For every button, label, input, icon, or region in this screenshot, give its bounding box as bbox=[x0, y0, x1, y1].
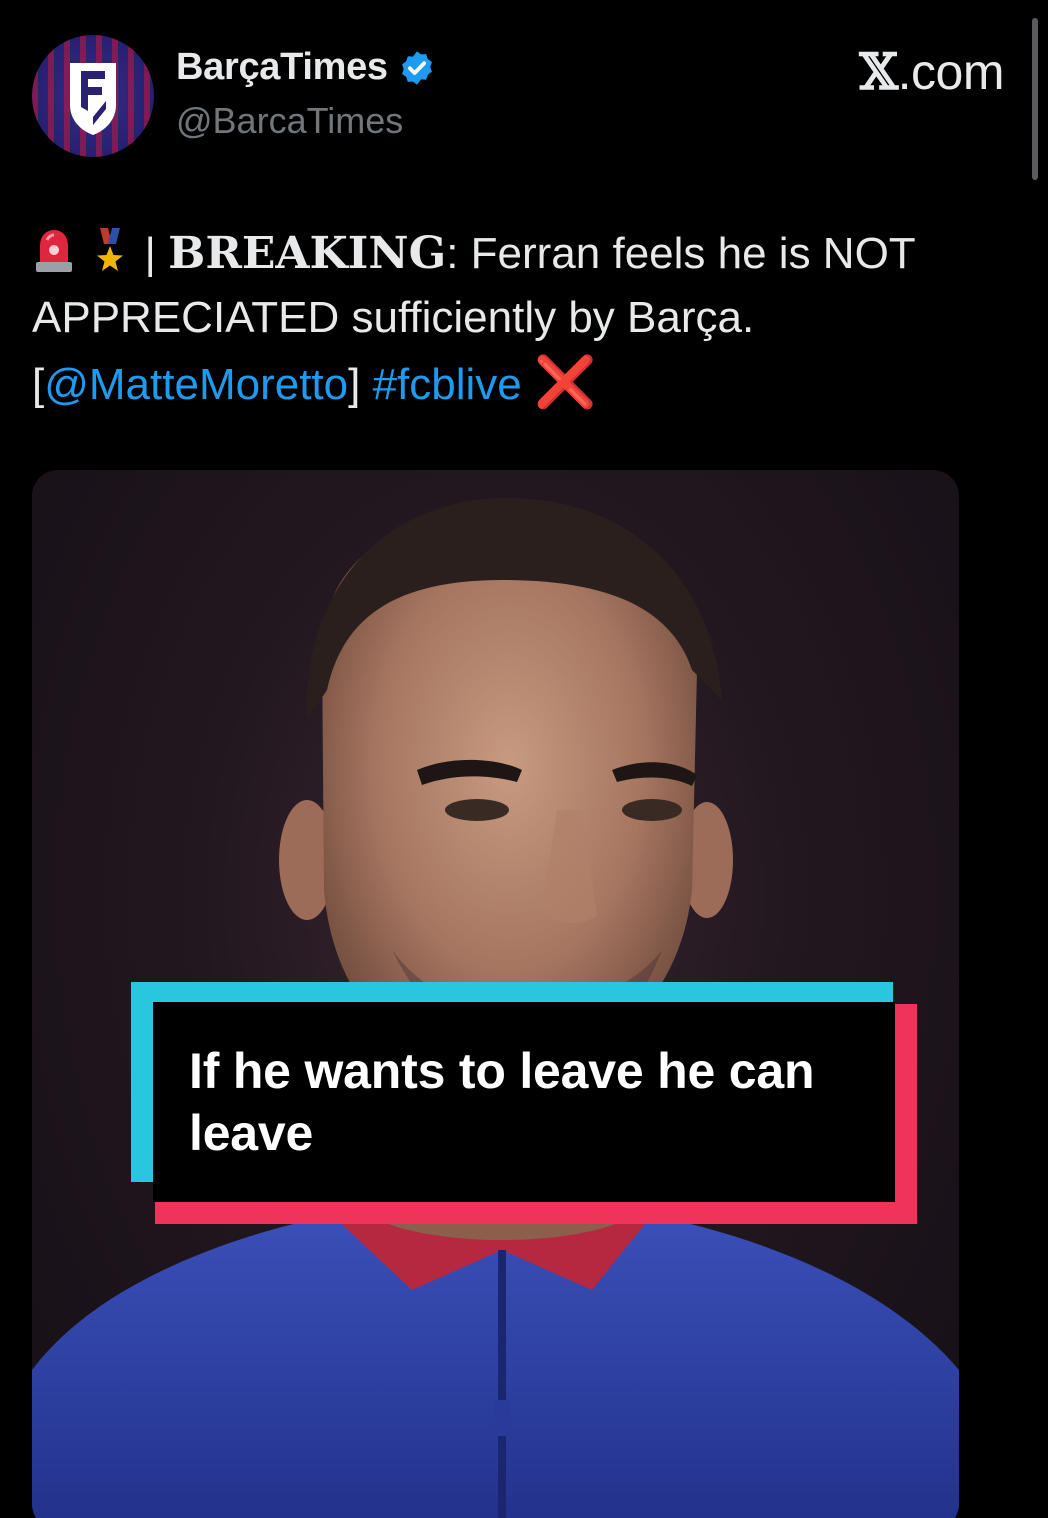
tweet-text: | BREAKING: Ferran feels he is NOT APPRE… bbox=[32, 222, 992, 417]
separator: | bbox=[132, 229, 169, 278]
display-name-text: BarçaTimes bbox=[176, 46, 388, 88]
caption-box: If he wants to leave he can leave bbox=[153, 1002, 895, 1202]
bracket-close: ] bbox=[348, 360, 361, 409]
brand-suffix: .com bbox=[897, 44, 1005, 100]
display-name[interactable]: BarçaTimes bbox=[176, 46, 436, 89]
siren-icon bbox=[36, 230, 72, 272]
verified-badge-icon bbox=[401, 50, 432, 85]
hashtag-link[interactable]: #fcblive bbox=[373, 360, 522, 409]
barca-times-shield-logo-icon bbox=[70, 63, 116, 135]
mention-link[interactable]: @MatteMoretto bbox=[44, 360, 348, 409]
breaking-label: BREAKING bbox=[168, 228, 447, 279]
caption-text: If he wants to leave he can leave bbox=[189, 1043, 815, 1161]
x-com-brand: 𝕏.com bbox=[859, 42, 1004, 101]
tweet-screenshot: BarçaTimes @BarcaTimes 𝕏.com | BREAKING:… bbox=[0, 0, 1048, 1518]
avatar[interactable] bbox=[32, 35, 154, 157]
handle[interactable]: @BarcaTimes bbox=[176, 100, 403, 142]
medal-icon bbox=[97, 228, 124, 271]
scrollbar[interactable] bbox=[1032, 18, 1038, 180]
bracket-open: [ bbox=[32, 360, 45, 409]
x-logo-icon: 𝕏 bbox=[859, 42, 898, 101]
colon: : bbox=[446, 229, 459, 278]
cross-mark-icon: ❌ bbox=[534, 354, 597, 410]
